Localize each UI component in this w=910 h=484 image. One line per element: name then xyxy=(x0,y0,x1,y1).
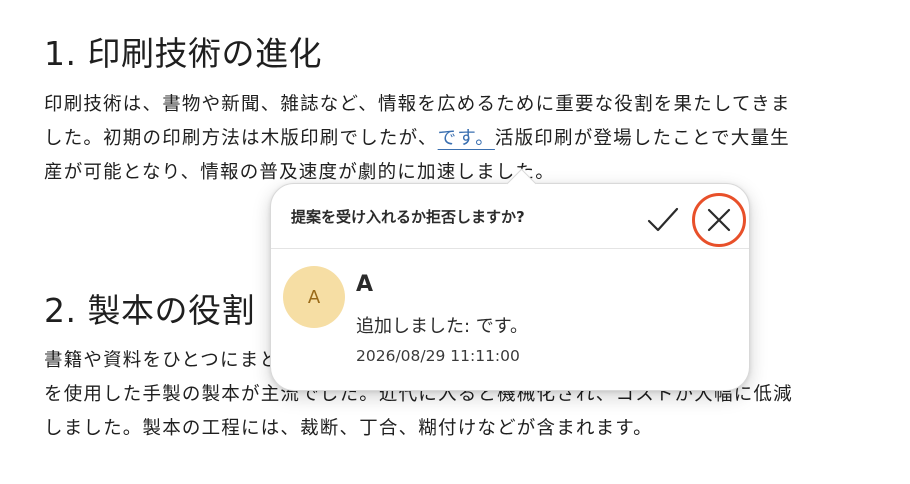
paragraph-line: した。初期の印刷方法は木版印刷でしたが、です。活版印刷が登場したことで大量生 xyxy=(44,122,884,156)
accept-suggestion-button[interactable] xyxy=(643,200,683,240)
avatar: A xyxy=(283,266,345,328)
popup-question: 提案を受け入れるか拒否しますか? xyxy=(291,208,525,226)
section-heading-1: 1. 印刷技術の進化 xyxy=(44,34,322,73)
popup-divider xyxy=(271,248,749,249)
section-heading-2: 2. 製本の役割 xyxy=(44,291,255,330)
paragraph-text: 活版印刷が登場したことで大量生 xyxy=(494,128,790,149)
suggestion-popup: 提案を受け入れるか拒否しますか? A A 追加しました: です。 2026/08… xyxy=(270,168,750,391)
section-paragraph-1: 印刷技術は、書物や新聞、雑誌など、情報を広めるために重要な役割を果たしてきま し… xyxy=(44,88,884,190)
reject-suggestion-button[interactable] xyxy=(691,192,747,248)
paragraph-text: した。初期の印刷方法は木版印刷でしたが、 xyxy=(44,128,438,149)
check-icon xyxy=(647,207,679,232)
suggested-insertion[interactable]: です。 xyxy=(438,128,495,149)
paragraph-line: 印刷技術は、書物や新聞、雑誌など、情報を広めるために重要な役割を果たしてきま xyxy=(44,94,791,115)
close-icon xyxy=(692,193,746,247)
author-name: A xyxy=(356,272,374,297)
change-timestamp: 2026/08/29 11:11:00 xyxy=(356,347,520,365)
avatar-initial: A xyxy=(307,286,321,308)
change-description: 追加しました: です。 xyxy=(356,316,528,337)
paragraph-line: しました。製本の工程には、裁断、丁合、糊付けなどが含まれます。 xyxy=(44,418,653,439)
